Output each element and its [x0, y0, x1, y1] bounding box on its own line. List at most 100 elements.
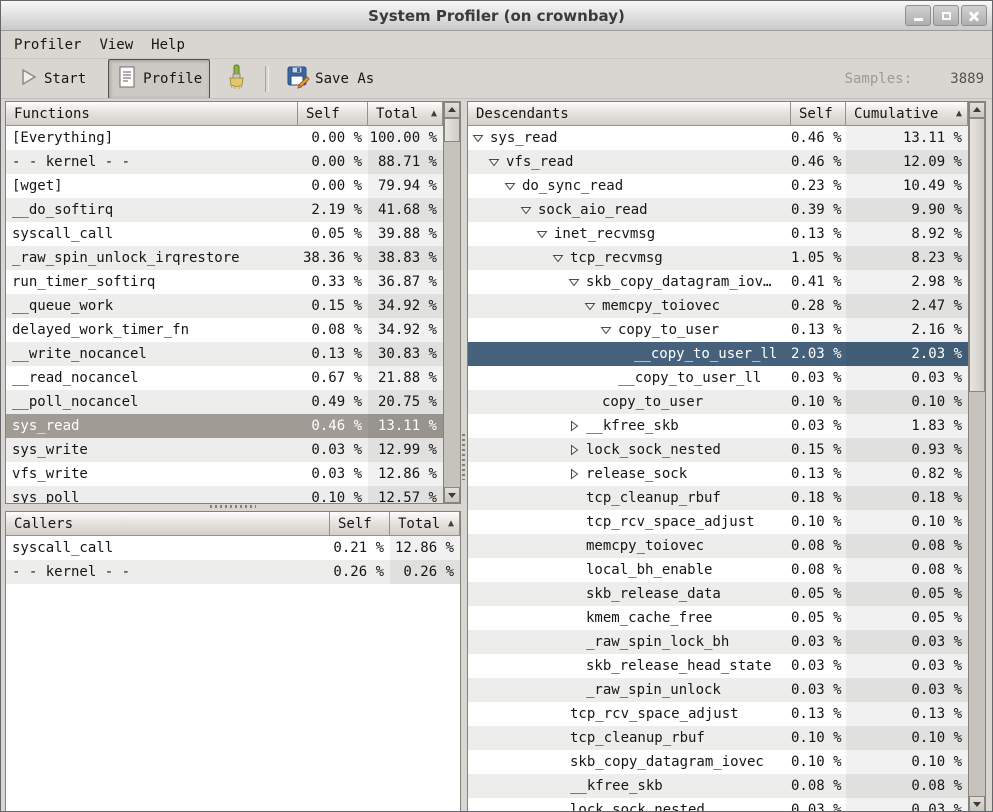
tree-expander-open-icon[interactable]: [584, 300, 602, 312]
table-row[interactable]: sys_poll0.10 %12.57 %: [6, 486, 443, 503]
table-row[interactable]: run_timer_softirq0.33 %36.87 %: [6, 270, 443, 294]
table-row[interactable]: syscall_call0.05 %39.88 %: [6, 222, 443, 246]
tree-expander-open-icon[interactable]: [568, 276, 586, 288]
tree-row[interactable]: copy_to_user0.13 %2.16 %: [468, 318, 968, 342]
scroll-down-button[interactable]: [969, 796, 985, 812]
scrollbar-thumb[interactable]: [444, 118, 460, 142]
scroll-up-button[interactable]: [969, 102, 985, 118]
column-header-functions[interactable]: Functions: [6, 102, 298, 126]
tree-expander-open-icon[interactable]: [504, 180, 522, 192]
table-row[interactable]: - - kernel - -0.26 %0.26 %: [6, 560, 460, 584]
column-header-cumulative[interactable]: Cumulative▲: [846, 102, 968, 126]
total-percent: 100.00 %: [368, 126, 443, 150]
title-bar[interactable]: System Profiler (on crownbay): [1, 1, 992, 31]
tree-row[interactable]: release_sock0.13 %0.82 %: [468, 462, 968, 486]
tree-row[interactable]: _raw_spin_unlock0.03 %0.03 %: [468, 678, 968, 702]
tree-expander-open-icon[interactable]: [472, 132, 490, 144]
tree-row[interactable]: local_bh_enable0.08 %0.08 %: [468, 558, 968, 582]
close-button[interactable]: [961, 5, 987, 26]
tree-row[interactable]: tcp_recvmsg1.05 %8.23 %: [468, 246, 968, 270]
tree-row[interactable]: __kfree_skb0.03 %1.83 %: [468, 414, 968, 438]
column-header-descendants[interactable]: Descendants: [468, 102, 791, 126]
total-percent: 2.98 %: [846, 270, 968, 294]
function-name: __copy_to_user_ll: [468, 342, 791, 366]
start-button[interactable]: Start: [11, 61, 94, 97]
tree-row[interactable]: skb_release_data0.05 %0.05 %: [468, 582, 968, 606]
tree-row[interactable]: tcp_rcv_space_adjust0.10 %0.10 %: [468, 510, 968, 534]
self-percent: 0.08 %: [791, 534, 846, 558]
table-row[interactable]: delayed_work_timer_fn0.08 %34.92 %: [6, 318, 443, 342]
save-as-button[interactable]: Save As: [278, 59, 382, 99]
table-row[interactable]: __poll_nocancel0.49 %20.75 %: [6, 390, 443, 414]
scrollbar-thumb[interactable]: [969, 118, 985, 392]
table-row[interactable]: __do_softirq2.19 %41.68 %: [6, 198, 443, 222]
profile-toggle-button[interactable]: Profile: [108, 59, 210, 99]
tree-row[interactable]: tcp_rcv_space_adjust0.13 %0.13 %: [468, 702, 968, 726]
scroll-down-button[interactable]: [444, 487, 460, 503]
reset-button[interactable]: [216, 58, 256, 100]
tree-row[interactable]: lock_sock_nested0.15 %0.93 %: [468, 438, 968, 462]
function-name: skb_release_data: [468, 582, 791, 606]
tree-expander-closed-icon[interactable]: [568, 420, 586, 432]
tree-expander-open-icon[interactable]: [552, 252, 570, 264]
tree-row[interactable]: sys_read0.46 %13.11 %: [468, 126, 968, 150]
menu-view[interactable]: View: [90, 35, 142, 55]
minimize-button[interactable]: [905, 5, 931, 26]
table-row[interactable]: [Everything]0.00 %100.00 %: [6, 126, 443, 150]
self-percent: 0.10 %: [791, 510, 846, 534]
tree-row[interactable]: skb_release_head_state0.03 %0.03 %: [468, 654, 968, 678]
menu-profiler[interactable]: Profiler: [5, 35, 90, 55]
tree-expander-open-icon[interactable]: [536, 228, 554, 240]
table-row[interactable]: syscall_call0.21 %12.86 %: [6, 536, 460, 560]
tree-row[interactable]: __kfree_skb0.08 %0.08 %: [468, 774, 968, 798]
tree-row[interactable]: vfs_read0.46 %12.09 %: [468, 150, 968, 174]
maximize-button[interactable]: [933, 5, 959, 26]
tree-row[interactable]: skb_copy_datagram_iov…0.41 %2.98 %: [468, 270, 968, 294]
table-row[interactable]: sys_read0.46 %13.11 %: [6, 414, 443, 438]
tree-expander-open-icon[interactable]: [600, 324, 618, 336]
tree-row[interactable]: _raw_spin_lock_bh0.03 %0.03 %: [468, 630, 968, 654]
menu-help[interactable]: Help: [142, 35, 194, 55]
horizontal-pane-splitter[interactable]: [210, 505, 256, 508]
column-header-total[interactable]: Total▲: [390, 512, 460, 536]
tree-expander-open-icon[interactable]: [488, 156, 506, 168]
tree-row[interactable]: skb_copy_datagram_iovec0.10 %0.10 %: [468, 750, 968, 774]
column-header-self[interactable]: Self: [330, 512, 390, 536]
toolbar-separator: [265, 66, 269, 92]
table-row[interactable]: [wget]0.00 %79.94 %: [6, 174, 443, 198]
vertical-pane-splitter[interactable]: [462, 434, 465, 480]
table-row[interactable]: sys_write0.03 %12.99 %: [6, 438, 443, 462]
tree-row[interactable]: tcp_cleanup_rbuf0.10 %0.10 %: [468, 726, 968, 750]
column-header-total[interactable]: Total▲: [368, 102, 443, 126]
table-row[interactable]: __write_nocancel0.13 %30.83 %: [6, 342, 443, 366]
tree-row[interactable]: __copy_to_user_ll0.03 %0.03 %: [468, 366, 968, 390]
table-row[interactable]: __queue_work0.15 %34.92 %: [6, 294, 443, 318]
function-name: inet_recvmsg: [468, 222, 791, 246]
tree-row[interactable]: kmem_cache_free0.05 %0.05 %: [468, 606, 968, 630]
table-row[interactable]: __read_nocancel0.67 %21.88 %: [6, 366, 443, 390]
functions-scrollbar[interactable]: [443, 102, 460, 503]
column-header-self[interactable]: Self: [791, 102, 846, 126]
tree-row[interactable]: do_sync_read0.23 %10.49 %: [468, 174, 968, 198]
descendants-scrollbar[interactable]: [968, 102, 985, 812]
table-row[interactable]: - - kernel - -0.00 %88.71 %: [6, 150, 443, 174]
tree-row[interactable]: lock_sock_nested0.03 %0.03 %: [468, 798, 968, 812]
table-row[interactable]: vfs_write0.03 %12.86 %: [6, 462, 443, 486]
column-header-self[interactable]: Self: [298, 102, 368, 126]
tree-expander-open-icon[interactable]: [520, 204, 538, 216]
table-row[interactable]: _raw_spin_unlock_irqrestore38.36 %38.83 …: [6, 246, 443, 270]
tree-row[interactable]: tcp_cleanup_rbuf0.18 %0.18 %: [468, 486, 968, 510]
tree-row[interactable]: memcpy_toiovec0.08 %0.08 %: [468, 534, 968, 558]
scroll-up-button[interactable]: [444, 102, 460, 118]
tree-row[interactable]: sock_aio_read0.39 %9.90 %: [468, 198, 968, 222]
function-name: __copy_to_user_ll: [468, 366, 791, 390]
tree-row[interactable]: copy_to_user0.10 %0.10 %: [468, 390, 968, 414]
tree-row[interactable]: memcpy_toiovec0.28 %2.47 %: [468, 294, 968, 318]
start-label: Start: [44, 71, 86, 87]
tree-expander-closed-icon[interactable]: [568, 468, 586, 480]
tree-row[interactable]: __copy_to_user_ll2.03 %2.03 %: [468, 342, 968, 366]
column-header-callers[interactable]: Callers: [6, 512, 330, 536]
tree-expander-closed-icon[interactable]: [568, 444, 586, 456]
function-name: _raw_spin_unlock_irqrestore: [6, 246, 298, 270]
tree-row[interactable]: inet_recvmsg0.13 %8.92 %: [468, 222, 968, 246]
